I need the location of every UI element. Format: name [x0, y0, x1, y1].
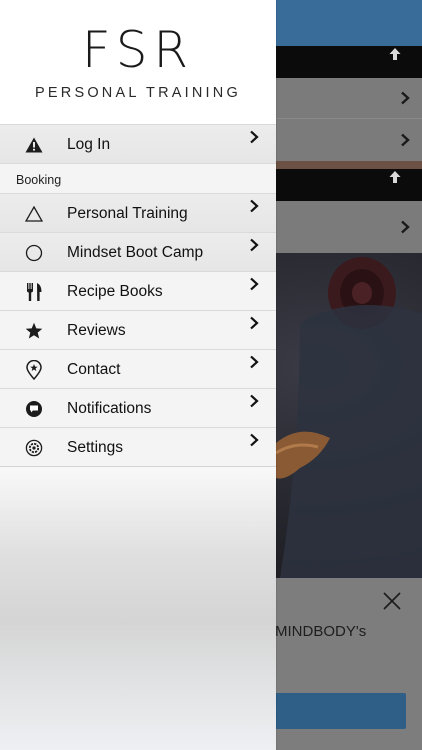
menu-item-label: Personal Training — [67, 205, 188, 222]
menu-item-contact[interactable]: Contact — [0, 349, 276, 388]
arrow-up-icon[interactable] — [388, 170, 402, 184]
chevron-right-icon — [250, 130, 259, 144]
chevron-right-icon — [250, 433, 259, 447]
menu-item-mindset-boot-camp[interactable]: Mindset Boot Camp — [0, 232, 276, 271]
menu-item-label: Reviews — [67, 322, 126, 339]
menu-item-label: Contact — [67, 361, 121, 378]
speech-bubble-icon — [24, 399, 44, 419]
menu-item-recipe-books[interactable]: Recipe Books — [0, 271, 276, 310]
background-action-button[interactable] — [270, 693, 406, 729]
logo-subtitle: PERSONAL TRAINING — [35, 85, 241, 101]
warning-icon — [24, 135, 44, 155]
chevron-right-icon — [401, 91, 410, 105]
menu-item-personal-training[interactable]: Personal Training — [0, 193, 276, 232]
menu-item-label: Mindset Boot Camp — [67, 244, 204, 261]
close-icon[interactable] — [381, 590, 403, 612]
menu-item-settings[interactable]: Settings — [0, 427, 276, 466]
section-header-booking: Booking — [0, 163, 276, 193]
star-icon — [24, 321, 44, 341]
menu-item-label: Log In — [67, 136, 111, 153]
circle-outline-icon — [24, 243, 44, 263]
navigation-menu: Log In Booking Personal Training Mindset… — [0, 124, 276, 467]
map-pin-icon — [24, 360, 44, 380]
drawer-blur-overlay — [0, 465, 276, 750]
cutlery-icon — [24, 282, 44, 302]
gear-icon — [24, 438, 44, 458]
chevron-right-icon — [250, 394, 259, 408]
triangle-outline-icon — [24, 204, 44, 224]
chevron-right-icon — [250, 277, 259, 291]
chevron-right-icon — [250, 199, 259, 213]
side-drawer: FSR PERSONAL TRAINING Log In Booking Per… — [0, 0, 276, 750]
chevron-right-icon — [250, 316, 259, 330]
menu-item-label: Notifications — [67, 400, 152, 417]
background-panel-text: MINDBODY's — [275, 623, 367, 640]
chevron-right-icon — [250, 238, 259, 252]
chevron-right-icon — [250, 355, 259, 369]
menu-item-notifications[interactable]: Notifications — [0, 388, 276, 427]
logo-header: FSR PERSONAL TRAINING — [0, 0, 276, 124]
arrow-up-icon[interactable] — [388, 47, 402, 61]
menu-item-label: Recipe Books — [67, 283, 163, 300]
menu-item-reviews[interactable]: Reviews — [0, 310, 276, 349]
chevron-right-icon — [401, 133, 410, 147]
chevron-right-icon — [401, 220, 410, 234]
menu-item-label: Settings — [67, 439, 124, 456]
menu-item-log-in[interactable]: Log In — [0, 124, 276, 163]
logo-mark: FSR — [81, 21, 195, 79]
menu-bottom-divider — [0, 466, 276, 467]
section-label: Booking — [16, 173, 62, 187]
